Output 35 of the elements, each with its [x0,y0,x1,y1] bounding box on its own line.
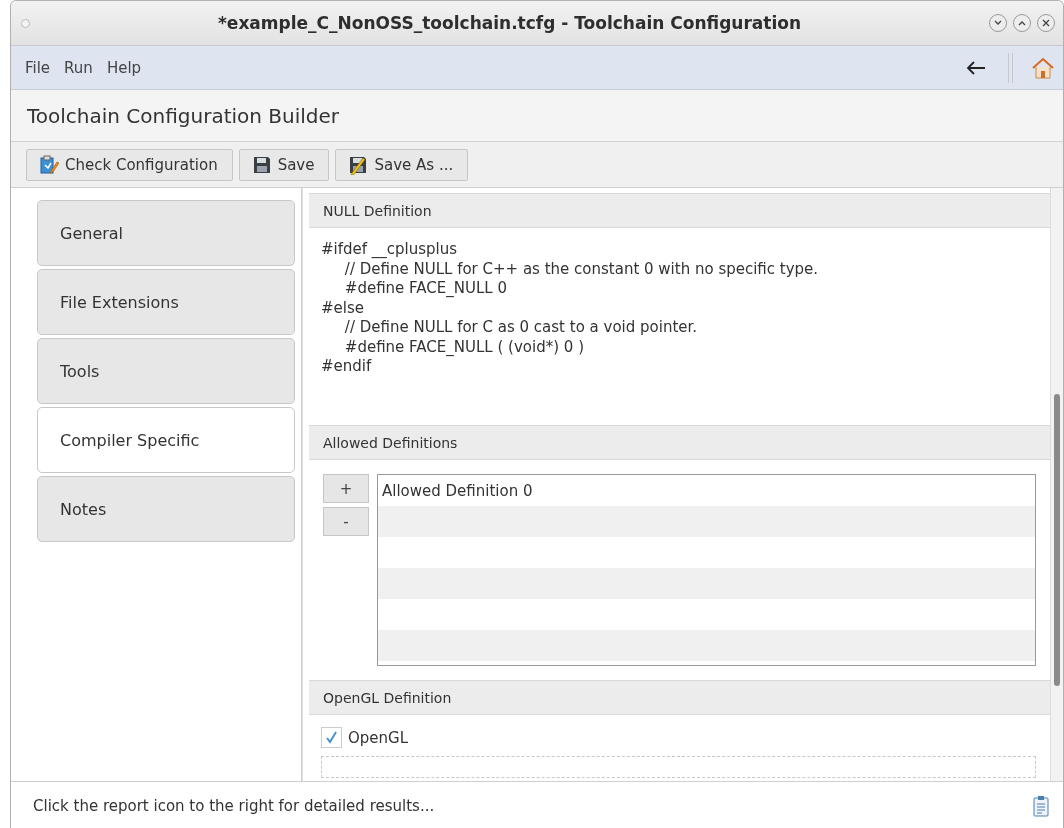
floppy-disk-pencil-icon [348,154,369,175]
checkmark-icon [325,731,338,744]
sidebar-tab[interactable]: Tools [37,338,295,404]
maximize-button[interactable] [1013,14,1031,32]
close-icon [1042,19,1050,27]
chevron-up-icon [1018,20,1026,26]
page-title: Toolchain Configuration Builder [27,103,340,128]
save-button[interactable]: Save [238,148,330,181]
list-item[interactable]: Allowed Definition 0 [378,475,1035,506]
remove-button[interactable]: - [323,507,369,536]
opengl-checkbox[interactable] [321,727,342,748]
sidebar-tab[interactable]: General [37,200,295,266]
check-configuration-button[interactable]: Check Configuration [26,148,233,181]
menu-item[interactable]: File [25,58,51,77]
status-message: Click the report icon to the right for detailed results... [33,796,436,815]
checkbox-label: OpenGL [348,728,409,747]
clipboard-pencil-icon [39,154,59,175]
back-arrow-icon[interactable] [966,60,986,75]
chevron-down-icon [994,20,1002,26]
window-title: *example_C_NonOSS_toolchain.tcfg - Toolchain Configuration [217,13,802,33]
menu-item[interactable]: Help [106,58,142,77]
sidebar-tab[interactable]: Notes [37,476,295,542]
section-header: OpenGL Definition [309,680,1050,715]
section-header: NULL Definition [309,193,1050,228]
sidebar-tab[interactable]: Compiler Specific [37,407,295,473]
close-button[interactable] [1037,14,1055,32]
sidebar-tab[interactable]: File Extensions [37,269,295,335]
add-button[interactable]: + [323,474,369,503]
save-as-button[interactable]: Save As ... [335,148,469,181]
scrollbar[interactable] [1050,188,1063,781]
home-icon[interactable] [1031,56,1055,79]
section-header: Allowed Definitions [309,425,1050,460]
report-clipboard-icon[interactable] [1033,794,1049,817]
minimize-button[interactable] [989,14,1007,32]
menu-item[interactable]: Run [64,58,93,77]
